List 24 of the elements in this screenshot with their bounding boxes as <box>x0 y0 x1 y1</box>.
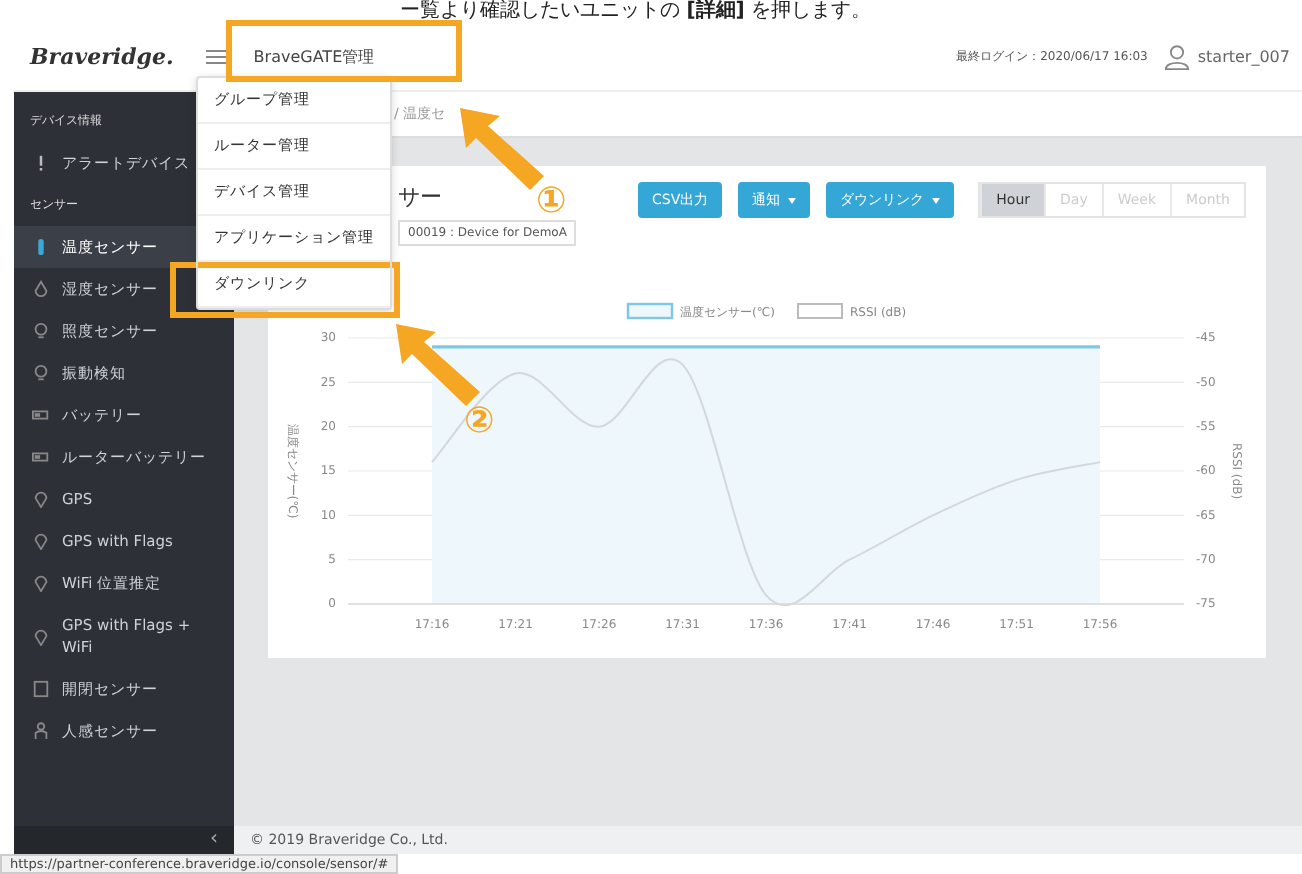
legend-swatch <box>797 303 843 319</box>
drop-icon <box>32 280 50 298</box>
legend-swatch <box>626 302 674 320</box>
battery-icon <box>32 406 50 424</box>
battery-icon <box>32 448 50 466</box>
user-icon[interactable] <box>1163 44 1190 70</box>
logo[interactable]: Braveridge. <box>30 44 174 70</box>
bulb-icon <box>32 364 50 382</box>
person-icon <box>32 722 50 740</box>
door-icon <box>32 680 50 698</box>
bulb-icon <box>32 322 50 340</box>
thermometer-icon <box>32 238 50 256</box>
nav-link[interactable]: BraveGATE管理 <box>253 46 375 68</box>
arrow-icon <box>392 320 484 408</box>
pin-icon <box>32 490 50 508</box>
pin-icon <box>32 532 50 550</box>
pin-icon <box>32 574 50 592</box>
username[interactable]: starter_007 <box>1197 48 1290 66</box>
step-number: ② <box>464 400 495 442</box>
step-number: ① <box>536 180 567 222</box>
menu-icon[interactable] <box>205 50 226 64</box>
pin-icon <box>32 627 50 645</box>
page-title: サー <box>398 182 442 212</box>
collapse-button[interactable]: ‹ <box>14 826 234 854</box>
